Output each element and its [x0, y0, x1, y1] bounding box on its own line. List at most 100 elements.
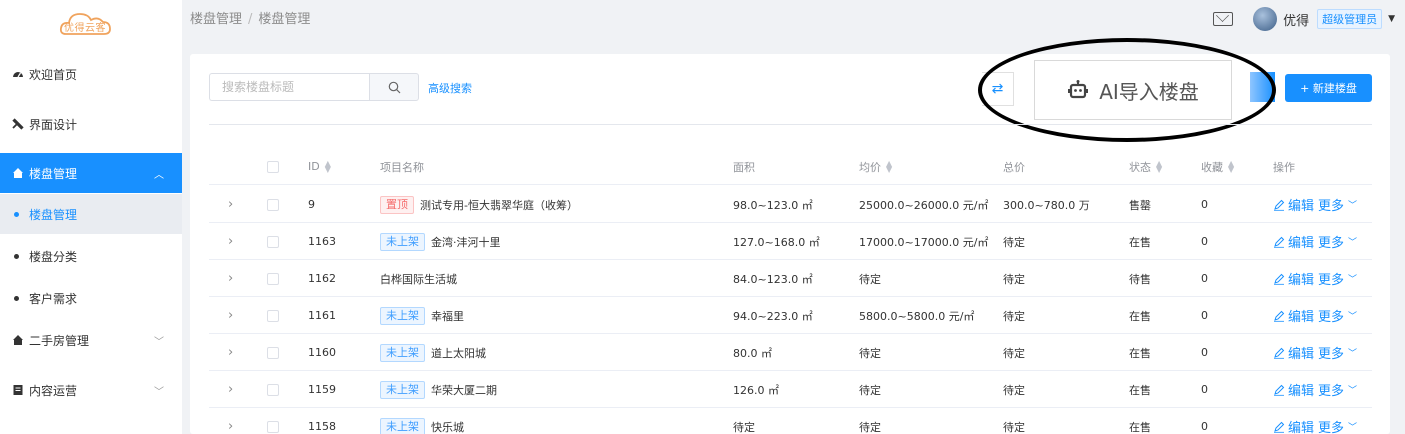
sidebar-item-content-ops[interactable]: 内容运营 ﹀	[0, 370, 182, 410]
edit-icon	[1274, 421, 1285, 433]
sidebar-subitem-label: 楼盘分类	[29, 249, 78, 264]
expand-cell: ›	[228, 334, 240, 371]
checkbox-cell	[267, 297, 279, 334]
sort-icon[interactable]: ▲ ▼	[1228, 159, 1234, 173]
cell-avg-price: 25000.0~26000.0 元/㎡	[859, 198, 989, 212]
more-label: 更多	[1318, 236, 1345, 251]
checkbox-cell	[267, 260, 279, 297]
header-favorites[interactable]: 收藏 ▲ ▼	[1201, 148, 1234, 185]
edit-button[interactable]: 编辑	[1273, 269, 1314, 288]
table-row[interactable]: › 1161 未上架 幸福里 94.0~223.0 ㎡ 5800.0~5800.0…	[209, 297, 1372, 334]
header-label: 收藏	[1201, 160, 1223, 174]
cell-name: 未上架 华荣大厦二期	[380, 371, 497, 408]
row-checkbox[interactable]	[267, 420, 279, 433]
search-button[interactable]	[369, 73, 419, 101]
cell-avg-price: 待定	[859, 272, 881, 286]
more-dropdown[interactable]: 更多 ﹀	[1318, 417, 1357, 434]
chevron-right-icon[interactable]: ›	[228, 234, 233, 249]
search-input[interactable]	[209, 73, 369, 101]
cell-status: 售罄	[1129, 198, 1151, 212]
header-status[interactable]: 状态 ▲ ▼	[1129, 148, 1162, 185]
cell-actions: 编辑 更多 ﹀	[1273, 186, 1357, 223]
row-checkbox[interactable]	[267, 383, 279, 396]
chevron-down-icon: ﹀	[1348, 312, 1358, 322]
sidebar-item-property-mgmt[interactable]: 楼盘管理 ︿	[0, 153, 182, 193]
edit-button[interactable]: 编辑	[1273, 306, 1314, 325]
caret-down-icon[interactable]: ▼	[1388, 14, 1395, 24]
mail-icon[interactable]	[1213, 12, 1234, 26]
more-dropdown[interactable]: 更多 ﹀	[1318, 232, 1357, 251]
sidebar-item-secondhand[interactable]: 二手房管理 ﹀	[0, 320, 182, 360]
row-checkbox[interactable]	[267, 235, 279, 248]
table-row[interactable]: › 1159 未上架 华荣大厦二期 126.0 ㎡ 待定 待定 在售 0 编辑 更…	[209, 371, 1372, 408]
more-dropdown[interactable]: 更多 ﹀	[1318, 195, 1357, 214]
row-checkbox[interactable]	[267, 198, 279, 211]
header-label: 状态	[1129, 160, 1151, 174]
cell-actions: 编辑 更多 ﹀	[1273, 297, 1357, 334]
chevron-right-icon[interactable]: ›	[228, 419, 233, 434]
cell-name: 未上架 道上太阳城	[380, 334, 486, 371]
cell-total-price: 300.0~780.0 万	[1003, 198, 1090, 212]
chevron-right-icon[interactable]: ›	[228, 197, 233, 212]
edit-label: 编辑	[1288, 310, 1315, 325]
table-row[interactable]: › 9 置顶 测试专用-恒大翡翠华庭（收筹） 98.0~123.0 ㎡ 25000…	[209, 186, 1372, 223]
header-id[interactable]: ID ▲ ▼	[308, 148, 331, 185]
header-avg-price[interactable]: 均价 ▲ ▼	[859, 148, 892, 185]
table-row[interactable]: › 1162 白桦国际生活城 84.0~123.0 ㎡ 待定 待定 待售 0 编…	[209, 260, 1372, 297]
advanced-search-link[interactable]: 高级搜索	[428, 80, 472, 96]
username[interactable]: 优得	[1283, 10, 1309, 29]
sort-icon[interactable]: ▲ ▼	[325, 159, 331, 173]
row-checkbox[interactable]	[267, 309, 279, 322]
edit-label: 编辑	[1288, 384, 1315, 399]
more-dropdown[interactable]: 更多 ﹀	[1318, 343, 1357, 362]
select-all-checkbox[interactable]	[267, 160, 279, 173]
table-row[interactable]: › 1158 未上架 快乐城 待定 待定 待定 在售 0 编辑 更多 ﹀	[209, 408, 1372, 434]
edit-label: 编辑	[1288, 347, 1315, 362]
expand-cell: ›	[228, 408, 240, 434]
edit-icon	[1274, 273, 1285, 285]
sidebar-item-welcome[interactable]: 欢迎首页	[0, 54, 182, 94]
sidebar-subitem-property-category[interactable]: 楼盘分类	[0, 236, 182, 276]
edit-button[interactable]: 编辑	[1273, 343, 1314, 362]
cell-id: 1162	[308, 272, 336, 285]
header-label: 项目名称	[380, 160, 424, 174]
edit-button[interactable]: 编辑	[1273, 195, 1314, 214]
cell-avg-price: 待定	[859, 346, 881, 360]
table-row[interactable]: › 1160 未上架 道上太阳城 80.0 ㎡ 待定 待定 在售 0 编辑 更多 ﹀	[209, 334, 1372, 371]
more-dropdown[interactable]: 更多 ﹀	[1318, 306, 1357, 325]
sidebar-subitem-customer-needs[interactable]: 客户需求	[0, 278, 182, 318]
role-badge: 超级管理员	[1317, 9, 1383, 29]
dashboard-icon	[11, 67, 25, 81]
sort-icon[interactable]: ▲ ▼	[886, 159, 892, 173]
bullet-icon	[14, 211, 19, 217]
edit-button[interactable]: 编辑	[1273, 417, 1314, 434]
toolbar-button-partial-blue[interactable]	[1250, 72, 1275, 102]
sidebar-subitem-property-mgmt[interactable]: 楼盘管理	[0, 194, 182, 234]
chevron-right-icon[interactable]: ›	[228, 308, 233, 323]
cell-total-price: 待定	[1003, 272, 1025, 286]
more-label: 更多	[1318, 347, 1345, 362]
sidebar-item-ui-design[interactable]: 界面设计	[0, 104, 182, 144]
new-property-button[interactable]: + 新建楼盘	[1285, 74, 1372, 102]
chevron-right-icon[interactable]: ›	[228, 271, 233, 286]
checkbox-cell	[267, 371, 279, 408]
edit-icon	[1274, 310, 1285, 322]
toolbar-button-partial[interactable]: ⇄	[982, 72, 1014, 106]
edit-button[interactable]: 编辑	[1273, 380, 1314, 399]
breadcrumb-parent[interactable]: 楼盘管理	[190, 12, 242, 27]
table-row[interactable]: › 1163 未上架 金湾·沣河十里 127.0~168.0 ㎡ 17000.0~…	[209, 223, 1372, 260]
row-checkbox[interactable]	[267, 272, 279, 285]
chevron-down-icon: ﹀	[1348, 349, 1358, 359]
chevron-right-icon[interactable]: ›	[228, 345, 233, 360]
avatar[interactable]	[1253, 7, 1278, 31]
sort-icon[interactable]: ▲ ▼	[1156, 159, 1162, 173]
chevron-right-icon[interactable]: ›	[228, 382, 233, 397]
more-dropdown[interactable]: 更多 ﹀	[1318, 380, 1357, 399]
more-dropdown[interactable]: 更多 ﹀	[1318, 269, 1357, 288]
row-checkbox[interactable]	[267, 346, 279, 359]
cell-actions: 编辑 更多 ﹀	[1273, 408, 1357, 434]
edit-button[interactable]: 编辑	[1273, 232, 1314, 251]
ai-import-button[interactable]: AI导入楼盘	[1034, 60, 1232, 120]
header-label: 操作	[1273, 160, 1295, 174]
search-group	[209, 73, 419, 101]
